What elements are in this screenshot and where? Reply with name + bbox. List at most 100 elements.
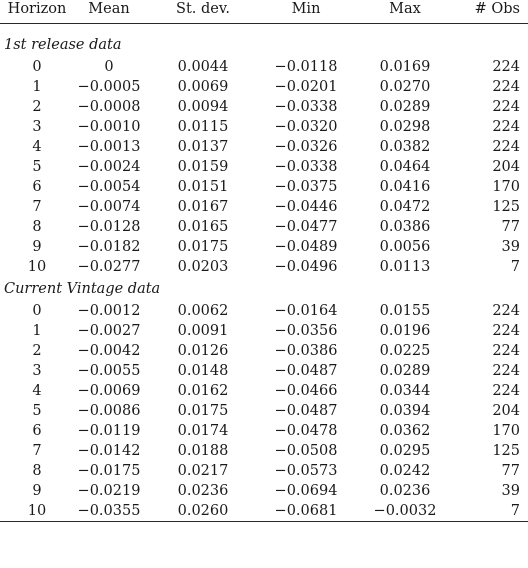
cell-sd: 0.0126 [177,343,229,359]
cell-horizon: 10 [27,503,47,519]
cell-mean: −0.0182 [77,239,141,255]
cell-mean: −0.0219 [77,483,141,499]
cell-mean: −0.0027 [77,323,141,339]
cell-sd: 0.0115 [177,119,229,135]
cell-max: 0.0386 [379,219,431,235]
cell-min: −0.0681 [274,503,338,519]
cell-mean: −0.0024 [77,159,141,175]
cell-horizon: 5 [32,403,42,419]
cell-obs: 204 [492,159,520,175]
cell-sd: 0.0188 [177,443,229,459]
table-row: 1 −0.0005 0.0069 −0.0201 0.0270 224 [0,77,528,97]
cell-min: −0.0487 [274,403,338,419]
table-row: 5 −0.0024 0.0159 −0.0338 0.0464 204 [0,157,528,177]
cell-sd: 0.0260 [177,503,229,519]
section-label: Current Vintage data [4,281,161,297]
section-label: 1st release data [4,37,122,53]
cell-min: −0.0466 [274,383,338,399]
cell-obs: 77 [501,463,520,479]
cell-obs: 224 [492,79,520,95]
cell-horizon: 1 [32,323,42,339]
cell-horizon: 4 [32,383,42,399]
column-header-min: Min [262,0,350,24]
cell-sd: 0.0167 [177,199,229,215]
cell-horizon: 6 [32,423,42,439]
cell-sd: 0.0165 [177,219,229,235]
table-row: 3 −0.0055 0.0148 −0.0487 0.0289 224 [0,361,528,381]
cell-min: −0.0164 [274,303,338,319]
cell-max: 0.0344 [379,383,431,399]
cell-min: −0.0446 [274,199,338,215]
section-header-row: Current Vintage data [0,277,528,301]
cell-horizon: 1 [32,79,42,95]
cell-obs: 224 [492,119,520,135]
table-header: Horizon Mean St. dev. Min Max # Obs [0,0,528,24]
cell-max: 0.0289 [379,363,431,379]
cell-min: −0.0694 [274,483,338,499]
cell-max: 0.0295 [379,443,431,459]
cell-horizon: 8 [32,219,42,235]
cell-min: −0.0573 [274,463,338,479]
cell-max: 0.0113 [379,259,431,275]
column-header-max: Max [350,0,460,24]
cell-sd: 0.0148 [177,363,229,379]
table-bottom-rule-cell [0,521,528,522]
column-header-st-dev: St. dev. [144,0,262,24]
cell-horizon: 3 [32,119,42,135]
cell-min: −0.0118 [274,59,338,75]
cell-sd: 0.0062 [177,303,229,319]
table-row: 6 −0.0054 0.0151 −0.0375 0.0416 170 [0,177,528,197]
cell-min: −0.0338 [274,99,338,115]
cell-obs: 125 [492,199,520,215]
cell-obs: 224 [492,303,520,319]
cell-sd: 0.0069 [177,79,229,95]
cell-horizon: 9 [32,483,42,499]
cell-max: 0.0270 [379,79,431,95]
forecast-error-statistics-table: Horizon Mean St. dev. Min Max # Obs 1st … [0,0,528,522]
table-row: 6 −0.0119 0.0174 −0.0478 0.0362 170 [0,421,528,441]
cell-min: −0.0201 [274,79,338,95]
cell-max: 0.0472 [379,199,431,215]
cell-mean: −0.0010 [77,119,141,135]
cell-mean: −0.0069 [77,383,141,399]
cell-horizon: 0 [32,303,42,319]
cell-sd: 0.0044 [177,59,229,75]
table-row: 9 −0.0219 0.0236 −0.0694 0.0236 39 [0,481,528,501]
cell-sd: 0.0174 [177,423,229,439]
cell-horizon: 2 [32,99,42,115]
table-row: 4 −0.0069 0.0162 −0.0466 0.0344 224 [0,381,528,401]
cell-obs: 224 [492,99,520,115]
cell-sd: 0.0137 [177,139,229,155]
cell-sd: 0.0151 [177,179,229,195]
cell-max: 0.0155 [379,303,431,319]
cell-obs: 224 [492,343,520,359]
table-row: 0 −0.0012 0.0062 −0.0164 0.0155 224 [0,301,528,321]
table-body: 1st release data 0 0 0.0044 −0.0118 0.0169 224… [0,24,528,522]
cell-min: −0.0477 [274,219,338,235]
cell-sd: 0.0162 [177,383,229,399]
cell-sd: 0.0094 [177,99,229,115]
cell-horizon: 8 [32,463,42,479]
cell-horizon: 7 [32,199,42,215]
cell-max: 0.0394 [379,403,431,419]
column-header-num-obs: # Obs [460,0,528,24]
cell-obs: 125 [492,443,520,459]
cell-obs: 224 [492,139,520,155]
cell-mean: −0.0042 [77,343,141,359]
cell-horizon: 5 [32,159,42,175]
table-row: 7 −0.0142 0.0188 −0.0508 0.0295 125 [0,441,528,461]
cell-mean: −0.0175 [77,463,141,479]
table-row: 7 −0.0074 0.0167 −0.0446 0.0472 125 [0,197,528,217]
table-row: 4 −0.0013 0.0137 −0.0326 0.0382 224 [0,137,528,157]
cell-horizon: 7 [32,443,42,459]
cell-max: 0.0416 [379,179,431,195]
cell-obs: 77 [501,219,520,235]
cell-horizon: 0 [32,59,42,75]
cell-min: −0.0375 [274,179,338,195]
cell-sd: 0.0175 [177,239,229,255]
cell-min: −0.0386 [274,343,338,359]
cell-mean: 0 [104,59,114,75]
cell-min: −0.0508 [274,443,338,459]
cell-min: −0.0478 [274,423,338,439]
table-row: 5 −0.0086 0.0175 −0.0487 0.0394 204 [0,401,528,421]
